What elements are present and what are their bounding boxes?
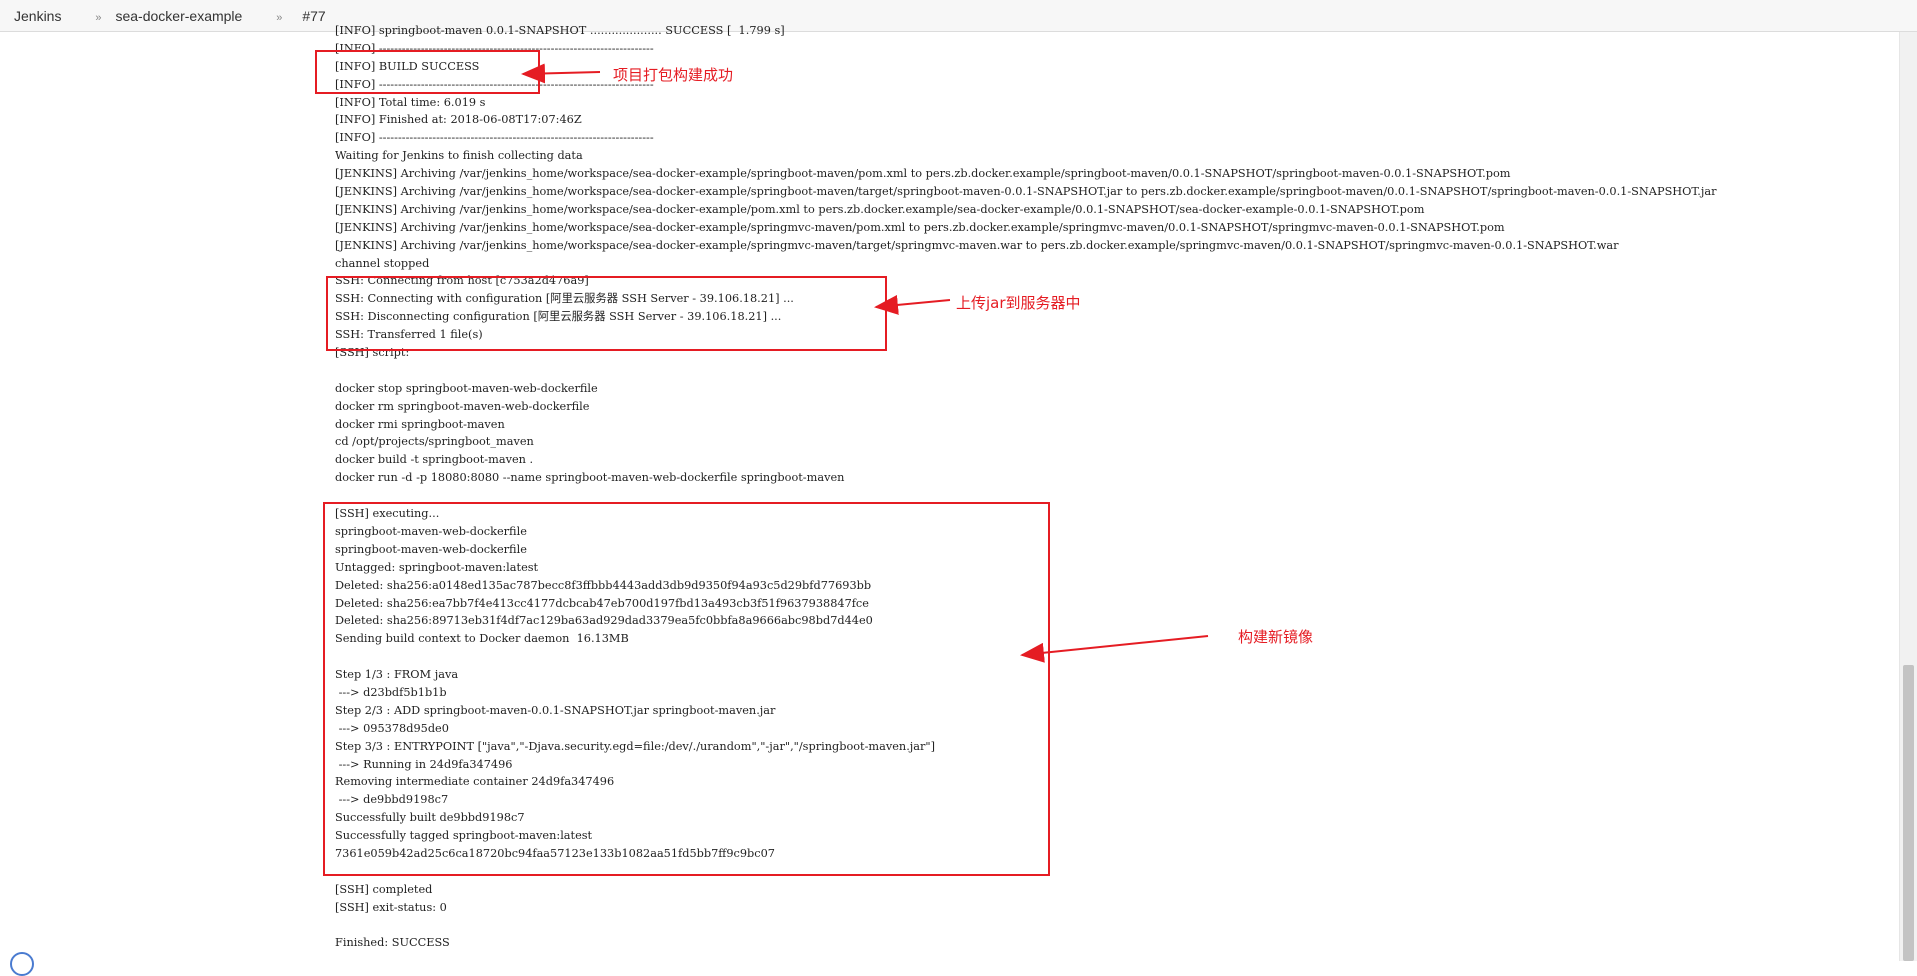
arrow-build-success [521,63,601,84]
annotation-build-image: 构建新镜像 [1238,628,1314,646]
annotation-upload-jar: 上传jar到服务器中 [956,294,1081,312]
scrollbar-thumb[interactable] [1903,665,1914,961]
arrow-build-image [1020,635,1209,663]
annotation-build-success: 项目打包构建成功 [613,66,734,84]
status-circle-icon [10,952,34,976]
annotation-arrows [521,63,1209,663]
page-scrollbar[interactable] [1899,32,1917,961]
arrow-upload-jar [874,294,951,315]
